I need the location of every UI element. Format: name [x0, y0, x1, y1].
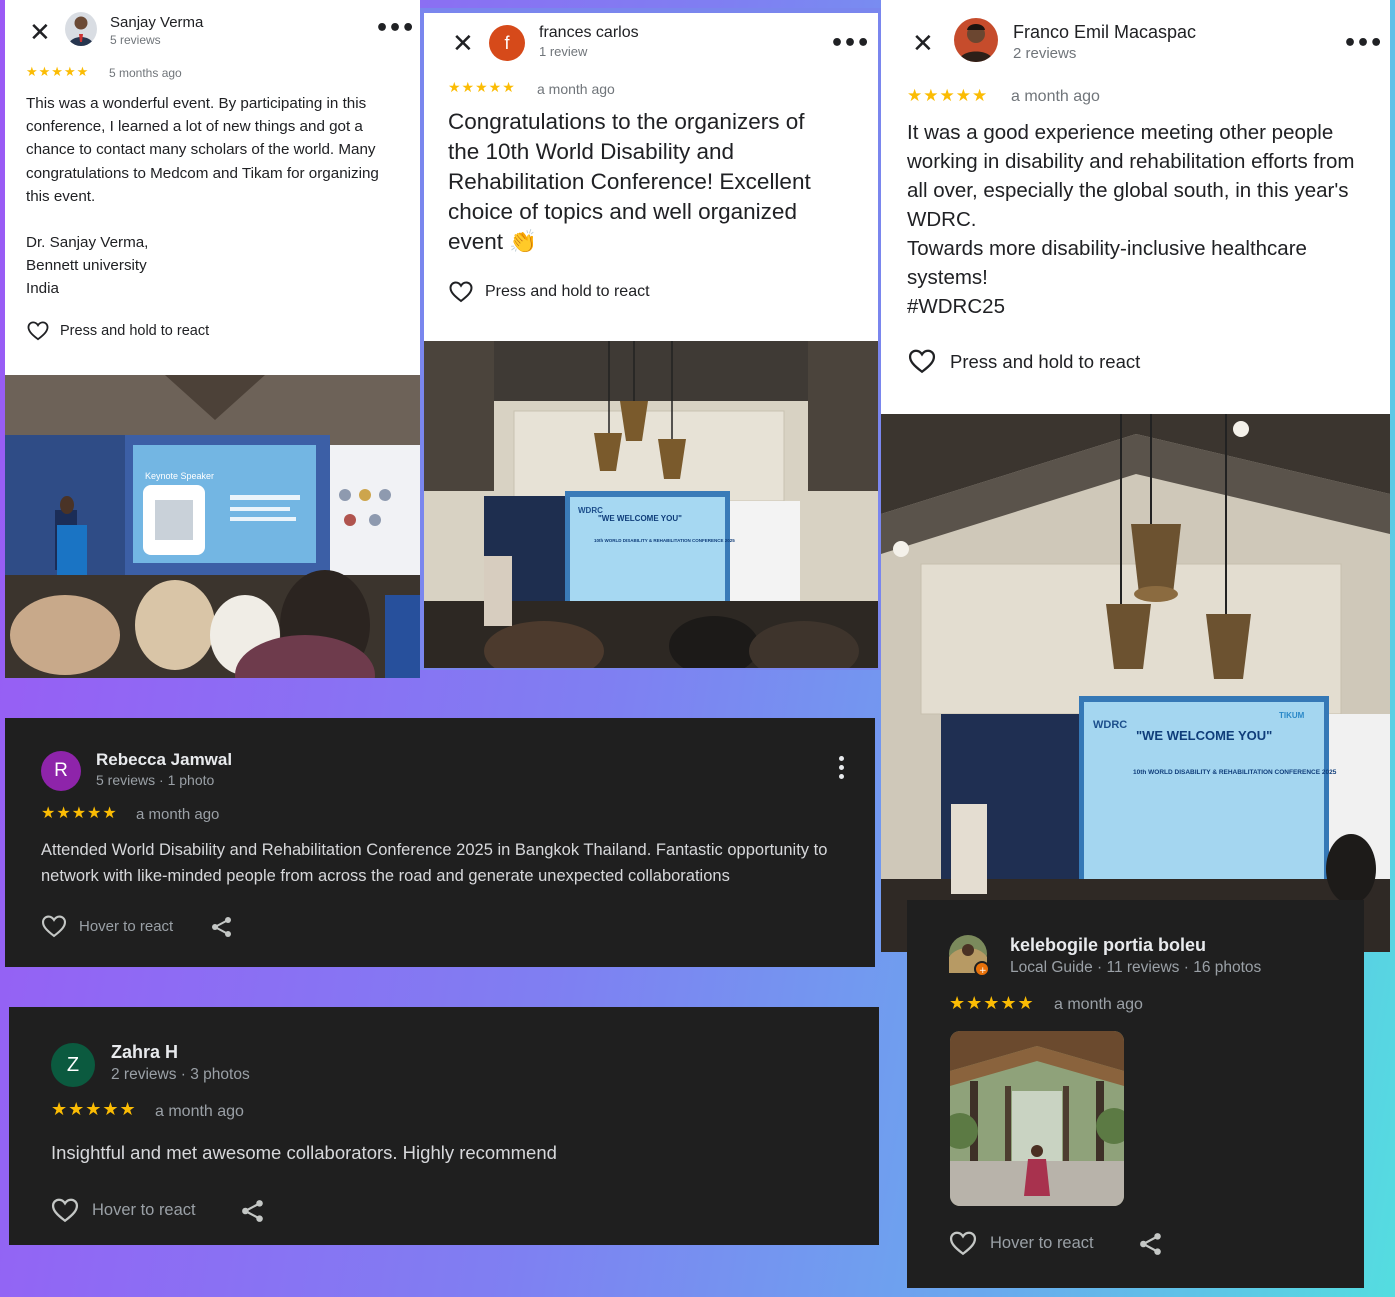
react-button[interactable]: Press and hold to react — [27, 321, 209, 341]
reviewer-meta: 5 reviews · 1 photo — [96, 772, 215, 788]
close-icon[interactable]: ✕ — [912, 31, 934, 57]
star-rating: ★★★★★ — [26, 65, 90, 80]
avatar — [65, 12, 97, 46]
close-icon[interactable]: ✕ — [452, 31, 474, 57]
review-photo-franco[interactable]: WDRC "WE WELCOME YOU" 10th WORLD DISABIL… — [881, 414, 1390, 952]
more-options-icon[interactable]: ••• — [830, 33, 870, 55]
avatar: Z — [51, 1043, 95, 1087]
reviewer-meta: Local Guide · 11 reviews · 16 photos — [1010, 959, 1262, 976]
review-text: It was a good experience meeting other p… — [907, 121, 1355, 231]
more-options-icon[interactable] — [839, 756, 845, 779]
review-text: Insightful and met awesome collaborators… — [51, 1142, 557, 1163]
screen-conference: 10th WORLD DISABILITY & REHABILITATION C… — [594, 538, 735, 543]
svg-text:+: + — [979, 966, 987, 976]
star-rating: ★★★★★ — [448, 80, 516, 96]
reviewer-name[interactable]: Rebecca Jamwal — [96, 750, 232, 770]
review-time: a month ago — [1054, 996, 1143, 1013]
heart-icon — [27, 321, 49, 341]
close-icon[interactable]: ✕ — [29, 20, 51, 46]
review-time: a month ago — [136, 806, 220, 823]
review-time: a month ago — [537, 81, 615, 97]
more-options-icon[interactable]: ••• — [375, 18, 415, 40]
review-card-kelebogile: + kelebogile portia boleu Local Guide · … — [907, 900, 1364, 1288]
review-card-frances: ✕ f frances carlos 1 review ••• ★★★★★ a … — [424, 13, 878, 341]
review-text-line2: Towards more disability-inclusive health… — [907, 237, 1307, 289]
screen-brand: WDRC — [1093, 719, 1127, 731]
react-label: Press and hold to react — [485, 283, 650, 300]
screen-conference: 10th WORLD DISABILITY & REHABILITATION C… — [1133, 769, 1337, 776]
review-text: Attended World Disability and Rehabilita… — [41, 841, 828, 885]
star-rating: ★★★★★ — [907, 86, 989, 106]
share-icon[interactable] — [241, 1199, 265, 1228]
react-button[interactable]: Hover to react — [949, 1231, 1094, 1256]
react-button[interactable]: Press and hold to react — [449, 281, 650, 303]
star-rating: ★★★★★ — [41, 803, 118, 822]
reviewer-name[interactable]: Franco Emil Macaspac — [1013, 22, 1196, 43]
avatar: f — [489, 25, 525, 61]
reviewer-meta: 2 reviews · 3 photos — [111, 1066, 250, 1083]
review-photo-frances[interactable]: WDRC "WE WELCOME YOU" 10th WORLD DISABIL… — [424, 341, 878, 668]
review-card-rebecca: R Rebecca Jamwal 5 reviews · 1 photo ★★★… — [5, 718, 875, 967]
avatar-letter: f — [504, 32, 510, 53]
review-card-franco: ✕ Franco Emil Macaspac 2 reviews ••• ★★★… — [881, 0, 1390, 414]
react-button[interactable]: Hover to react — [41, 915, 173, 938]
react-label: Hover to react — [990, 1234, 1094, 1252]
review-signature-name: Dr. Sanjay Verma, — [26, 234, 149, 251]
heart-icon — [908, 349, 936, 374]
review-time: 5 months ago — [109, 66, 182, 80]
screen-welcome: "WE WELCOME YOU" — [598, 514, 682, 523]
screen-logo: TIKUM — [1279, 711, 1305, 720]
avatar — [954, 18, 998, 62]
avatar: + — [949, 935, 991, 977]
avatar-letter: Z — [66, 1053, 80, 1076]
review-text: This was a wonderful event. By participa… — [26, 95, 379, 205]
reviewer-name[interactable]: frances carlos — [539, 24, 639, 42]
heart-icon — [51, 1198, 79, 1223]
avatar: R — [41, 751, 81, 791]
more-options-icon[interactable]: ••• — [1343, 33, 1383, 55]
heart-icon — [41, 915, 67, 938]
review-signature-affiliation: Bennett university — [26, 257, 147, 274]
react-label: Press and hold to react — [950, 350, 1141, 372]
reviewer-name[interactable]: kelebogile portia boleu — [1010, 935, 1206, 956]
avatar-letter: R — [54, 760, 68, 781]
share-icon[interactable] — [211, 916, 233, 943]
screen-welcome: "WE WELCOME YOU" — [1136, 728, 1272, 743]
review-signature-country: India — [26, 280, 59, 297]
react-button[interactable]: Hover to react — [51, 1198, 196, 1223]
review-hashtag: #WDRC25 — [907, 295, 1005, 318]
review-time: a month ago — [155, 1103, 244, 1120]
star-rating: ★★★★★ — [51, 1099, 137, 1120]
review-photo-sanjay[interactable]: Keynote Speaker — [5, 375, 420, 678]
react-label: Hover to react — [92, 1201, 196, 1219]
review-text: Congratulations to the organizers of the… — [448, 109, 811, 254]
review-card-sanjay: ✕ Sanjay Verma 5 reviews ••• ★★★★★ 5 mon… — [5, 0, 420, 375]
reviewer-name[interactable]: Zahra H — [111, 1042, 178, 1063]
reviewer-meta: 1 review — [539, 44, 588, 59]
slide-title: Keynote Speaker — [145, 471, 214, 481]
heart-icon — [949, 1231, 977, 1256]
review-time: a month ago — [1011, 88, 1100, 105]
react-label: Hover to react — [79, 918, 174, 935]
review-card-zahra: Z Zahra H 2 reviews · 3 photos ★★★★★ a m… — [9, 1007, 879, 1245]
react-label: Press and hold to react — [60, 323, 210, 339]
reviewer-meta: 5 reviews — [110, 33, 161, 47]
share-icon[interactable] — [1139, 1232, 1163, 1261]
heart-icon — [449, 281, 473, 303]
reviewer-meta: 2 reviews — [1013, 45, 1077, 62]
star-rating: ★★★★★ — [949, 993, 1035, 1014]
review-photo-kelebogile[interactable] — [950, 1031, 1124, 1206]
react-button[interactable]: Press and hold to react — [908, 349, 1140, 374]
reviewer-name[interactable]: Sanjay Verma — [110, 14, 203, 31]
